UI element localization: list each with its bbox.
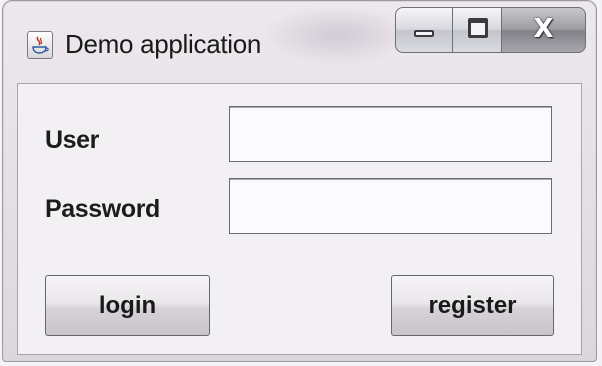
maximize-button[interactable]: [452, 7, 502, 53]
java-app-icon[interactable]: [27, 31, 53, 59]
app-window: Demo application X User Password login r…: [2, 0, 597, 362]
user-input[interactable]: [229, 106, 552, 162]
password-label: Password: [45, 195, 160, 223]
minimize-icon: [414, 30, 434, 37]
window-title: Demo application: [65, 29, 262, 59]
minimize-button[interactable]: [395, 7, 453, 53]
user-label: User: [45, 126, 99, 154]
close-icon: X: [533, 14, 554, 44]
register-button[interactable]: register: [391, 275, 554, 336]
login-button[interactable]: login: [45, 275, 210, 336]
password-input[interactable]: [229, 178, 552, 234]
title-bar[interactable]: Demo application X: [3, 1, 596, 79]
login-form-panel: User Password login register: [17, 83, 582, 355]
maximize-icon: [468, 18, 488, 38]
close-button[interactable]: X: [501, 7, 586, 53]
